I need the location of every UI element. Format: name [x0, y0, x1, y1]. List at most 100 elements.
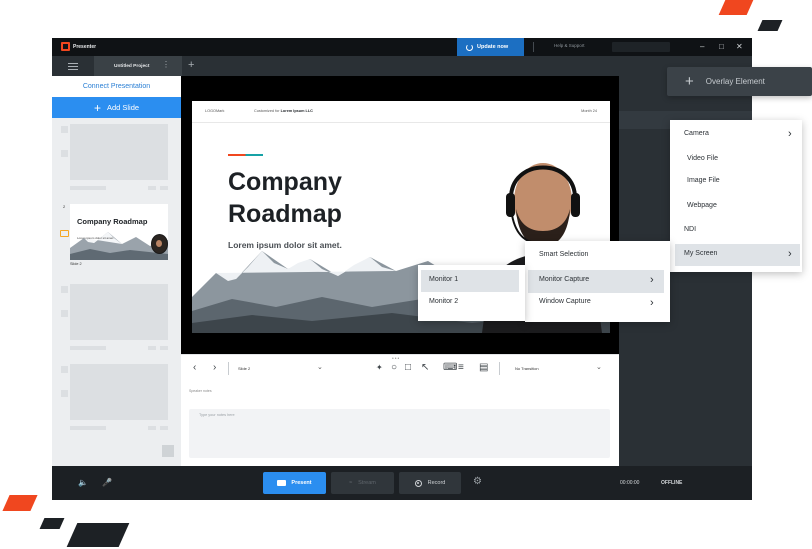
decor-dark-shape: [757, 20, 783, 31]
menu-item-image-file[interactable]: Image File: [687, 177, 720, 184]
add-slide-button[interactable]: + Add Slide: [52, 97, 181, 118]
stream-button[interactable]: ≈ Stream: [331, 472, 394, 494]
menu-item-window-capture[interactable]: Window Capture: [539, 298, 591, 305]
decor-orange-shape: [2, 495, 38, 511]
speaker-notes-panel: Speaker notes Type your notes here: [181, 383, 619, 466]
slide-label: Slide 2: [70, 262, 82, 266]
stream-label: Stream: [358, 480, 376, 486]
menu-item-camera[interactable]: Camera: [684, 130, 709, 137]
overlay-element-button[interactable]: + Overlay Element: [667, 67, 812, 96]
chevron-down-icon[interactable]: ⌄: [596, 363, 602, 371]
slide-number: 2: [63, 204, 66, 209]
maximize-icon[interactable]: □: [719, 42, 724, 51]
record-button[interactable]: Record: [399, 472, 461, 494]
present-label: Present: [291, 480, 312, 486]
logo-icon: [61, 42, 70, 51]
menu-item-monitor-2[interactable]: Monitor 2: [429, 298, 458, 305]
monitor-menu: Monitor 1 Monitor 2: [418, 265, 525, 321]
overlay-indicator-icon: [60, 230, 69, 237]
gear-icon[interactable]: ⚙: [473, 476, 482, 487]
pointer-tool-icon[interactable]: ↖: [421, 362, 429, 374]
notes-label: Speaker notes: [189, 389, 212, 393]
chevron-right-icon: ›: [650, 297, 654, 309]
chevron-right-icon: ›: [788, 128, 792, 140]
monitor-1-label: Monitor 1: [429, 276, 459, 283]
menu-item-webpage[interactable]: Webpage: [687, 202, 717, 209]
fill-color-icon[interactable]: ⌨: [443, 362, 457, 374]
close-icon[interactable]: ✕: [736, 42, 743, 51]
next-slide-icon[interactable]: ›: [213, 362, 216, 374]
my-screen-label: My Screen: [684, 250, 718, 257]
menu-item-ndi[interactable]: NDI: [684, 226, 696, 233]
slide-logo-text: LOGOMark: [205, 109, 225, 113]
slide-subtitle: Lorem ipsum dolor sit amet.: [228, 240, 342, 250]
slide-title: Company Roadmap: [228, 168, 342, 228]
screenshot-stage: Presenter Update now Help & Support – □ …: [0, 0, 812, 549]
overlay-element-menu: Camera › Video File Image File Webpage N…: [670, 120, 802, 272]
thumbnail-subtitle: Lorem ipsum dolor sit amet.: [77, 236, 115, 240]
volume-icon[interactable]: 🔈: [78, 478, 88, 487]
slides-sidebar: Connect Presentation + Add Slide 2 Compa…: [52, 76, 181, 466]
notes-input[interactable]: Type your notes here: [189, 409, 610, 458]
microphone-icon[interactable]: 🎤: [102, 478, 112, 487]
tab-options-icon[interactable]: ⋮: [162, 61, 170, 69]
overlay-element-label: Overlay Element: [705, 77, 765, 86]
record-label: Record: [427, 480, 446, 486]
project-tab-label: Untitled Project: [114, 63, 150, 69]
add-tab-icon[interactable]: +: [188, 59, 194, 71]
title-bar: Presenter Update now Help & Support – □ …: [52, 38, 752, 56]
screen-icon: [277, 480, 287, 486]
slide-header: LOGOMark Customized for Lorem Ipsum LLC …: [192, 101, 610, 123]
notes-toggle-icon[interactable]: ▤: [479, 362, 488, 374]
slide-preview-thumbnail: Company Roadmap Lorem ipsum dolor sit am…: [70, 204, 168, 260]
help-support-link[interactable]: Help & Support: [554, 43, 585, 48]
slide-customized-for: Customized for Lorem Ipsum LLC: [254, 109, 313, 113]
plus-icon: +: [93, 100, 101, 115]
wifi-icon: ≈: [349, 480, 353, 486]
update-label: Update now: [477, 44, 509, 50]
slide-list: 2 Company Roadmap Lorem ipsum dolor sit …: [52, 118, 181, 466]
menu-item-smart-selection[interactable]: Smart Selection: [539, 251, 588, 258]
connection-status: OFFLINE: [661, 480, 683, 486]
update-now-button[interactable]: Update now: [457, 38, 524, 56]
menu-item-my-screen[interactable]: My Screen: [675, 244, 800, 266]
connect-presentation-link[interactable]: Connect Presentation: [52, 76, 181, 97]
chevron-down-icon[interactable]: ⌄: [317, 363, 323, 371]
title-search-field[interactable]: [612, 42, 670, 52]
app-name: Presenter: [73, 43, 97, 50]
hamburger-menu-icon[interactable]: [52, 56, 94, 76]
add-slide-label: Add Slide: [106, 103, 140, 112]
present-button[interactable]: Present: [263, 472, 326, 494]
slide-toolbar: ••• ‹ › Slide 2 ⌄ ✦ ○ □ ↖ ⌨ ≡ ▤ No Trans…: [181, 354, 619, 383]
line-style-icon[interactable]: ≡: [458, 362, 464, 374]
monitor-capture-label: Monitor Capture: [539, 276, 590, 283]
plus-icon: +: [685, 72, 694, 90]
camera-bubble: [151, 234, 168, 254]
slide-date: Month 24: [581, 109, 597, 113]
layers-icon[interactable]: ✦: [376, 362, 383, 374]
menu-item-monitor-capture[interactable]: Monitor Capture: [528, 270, 664, 293]
screen-capture-menu: Smart Selection Monitor Capture › Window…: [525, 241, 670, 322]
chevron-right-icon: ›: [788, 248, 792, 260]
record-icon: [414, 479, 422, 487]
slide-select[interactable]: Slide 2: [238, 361, 328, 377]
title-divider: [533, 42, 534, 52]
circle-tool-icon[interactable]: ○: [391, 362, 397, 374]
scrollbar-thumb[interactable]: [162, 445, 174, 457]
app-logo: Presenter: [61, 42, 96, 51]
minimize-icon[interactable]: –: [700, 42, 704, 51]
refresh-icon: [466, 43, 473, 51]
previous-slide-icon[interactable]: ‹: [193, 362, 196, 374]
thumbnail-title: Company Roadmap: [77, 217, 148, 226]
decor-dark-shape: [39, 518, 65, 529]
menu-item-monitor-1[interactable]: Monitor 1: [421, 270, 519, 292]
chevron-right-icon: ›: [650, 274, 654, 286]
decor-orange-shape: [718, 0, 754, 15]
title-accent-line: [228, 154, 263, 156]
transition-select[interactable]: No Transition: [515, 361, 605, 377]
session-timer: 00:00:00: [620, 480, 640, 486]
bottom-control-bar: 🔈 🎤 Present ≈ Stream Record ⚙ 00:00:00 O…: [52, 466, 752, 500]
menu-item-video-file[interactable]: Video File: [687, 155, 718, 162]
project-tab-bar: Untitled Project ⋮ +: [52, 56, 752, 76]
rectangle-tool-icon[interactable]: □: [405, 362, 411, 374]
